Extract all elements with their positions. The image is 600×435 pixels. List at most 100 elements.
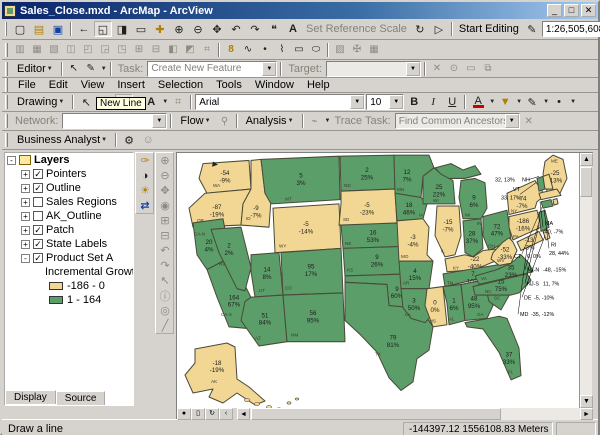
zoom-out-icon[interactable]: ⊖ — [156, 168, 174, 183]
back-arrow-icon[interactable]: ← — [75, 21, 93, 37]
state-ct[interactable] — [541, 200, 553, 208]
toc-layer-patch[interactable]: +✓Patch — [5, 223, 133, 237]
measure-icon[interactable]: ╱ — [156, 318, 174, 333]
snap-icon[interactable]: ⌗ — [199, 42, 215, 57]
callout-icon[interactable]: ❝ — [265, 21, 283, 37]
horizontal-scroll-thumb[interactable] — [251, 408, 501, 420]
font-combobox[interactable]: Arial ▼ — [195, 94, 365, 110]
align-center-icon[interactable]: ▦ — [29, 42, 45, 57]
network-combobox[interactable]: ▼ — [62, 113, 167, 129]
target-point-icon[interactable]: ⊙ — [446, 61, 462, 76]
layer-label[interactable]: Sales Regions — [46, 196, 117, 208]
new-line-icon[interactable]: ∿ — [240, 42, 256, 57]
add-data-icon[interactable]: ✚ — [151, 21, 169, 37]
new-point-icon[interactable]: • — [257, 42, 273, 57]
toolbar-grip[interactable] — [5, 78, 8, 92]
menu-insert[interactable]: Insert — [111, 78, 151, 92]
save-icon[interactable]: ▣ — [49, 21, 67, 37]
effects-brush-icon[interactable]: ✑ — [136, 153, 154, 168]
play-icon[interactable]: ▷ — [430, 21, 448, 37]
collapse-icon[interactable]: - — [7, 156, 16, 165]
layer-label[interactable]: State Labels — [46, 238, 107, 250]
expand-icon[interactable]: + — [21, 170, 30, 179]
menu-edit[interactable]: Edit — [43, 78, 74, 92]
collapse-icon[interactable]: - — [21, 254, 30, 263]
font-color-icon[interactable]: A — [469, 94, 487, 110]
data-view-icon[interactable]: ● — [177, 408, 191, 420]
zoom-out-icon[interactable]: ⊖ — [189, 21, 207, 37]
north-arrow-icon[interactable]: ✠ — [349, 42, 365, 57]
layer-checkbox[interactable]: ✓ — [33, 225, 43, 235]
layer-checkbox[interactable] — [33, 211, 43, 221]
edit-vertices-icon[interactable]: ⌗ — [169, 94, 187, 110]
rect-tool-icon[interactable]: ▭ — [463, 61, 479, 76]
disable-icon[interactable]: ✕ — [521, 114, 537, 129]
fixed-zoom-out-icon[interactable]: ⊟ — [156, 228, 174, 243]
expand-icon[interactable]: + — [21, 226, 30, 235]
toc-layer-ak-outline[interactable]: +AK_Outline — [5, 209, 133, 223]
chevron-down-icon[interactable]: ▼ — [389, 95, 403, 109]
line-color-icon[interactable]: ✎ — [523, 94, 541, 110]
toc-root-label[interactable]: Layers — [34, 154, 69, 166]
select-features-icon[interactable]: ↖ — [156, 273, 174, 288]
align-left-icon[interactable]: ▥ — [12, 42, 28, 57]
picture-icon[interactable]: ▨ — [332, 42, 348, 57]
fill-color-icon[interactable]: ▼ — [496, 94, 514, 110]
go-back-extent-icon[interactable]: ↶ — [156, 243, 174, 258]
new-ellipse-icon[interactable]: ⬭ — [308, 42, 324, 57]
layer-label[interactable]: Outline — [46, 182, 81, 194]
chevron-down-icon[interactable]: ▼ — [406, 62, 420, 76]
vertical-scroll-thumb[interactable] — [580, 167, 592, 197]
chevron-down-icon[interactable]: ▼ — [152, 114, 166, 128]
open-folder-icon[interactable]: ▤ — [30, 21, 48, 37]
expand-icon[interactable]: + — [21, 198, 30, 207]
chevron-down-icon[interactable]: ▼ — [262, 62, 276, 76]
state-ri[interactable] — [553, 199, 558, 205]
order-front-icon[interactable]: ◧ — [165, 42, 181, 57]
redo-icon[interactable]: ↷ — [246, 21, 264, 37]
toc-layer-product-set-a[interactable]: -✓Product Set A — [5, 251, 133, 265]
ungroup-icon[interactable]: ⊟ — [148, 42, 164, 57]
remove-icon[interactable]: ✕ — [429, 61, 445, 76]
zoom-page-icon[interactable]: ◱ — [94, 21, 112, 37]
zoom-in-icon[interactable]: ⊕ — [156, 153, 174, 168]
menu-file[interactable]: File — [12, 78, 42, 92]
edit-arrow-icon[interactable]: ↖ — [66, 61, 82, 76]
tab-source[interactable]: Source — [56, 391, 106, 405]
pan-icon[interactable]: ✥ — [208, 21, 226, 37]
map-canvas[interactable]: -54-9%WA-87-19%OR204%CA-N16467%CA-S22%NV… — [177, 153, 579, 408]
underline-button[interactable]: U — [443, 94, 461, 110]
order-back-icon[interactable]: ◩ — [182, 42, 198, 57]
task-combobox[interactable]: Create New Feature ▼ — [147, 61, 277, 77]
toc-layer-sales-regions[interactable]: + Sales Regions — [5, 195, 133, 209]
font-size-combobox[interactable]: 10 ▼ — [366, 94, 404, 110]
layer-label[interactable]: Pointers — [46, 168, 86, 180]
flow-valve-icon[interactable]: ⚲ — [217, 114, 233, 129]
full-extent-icon[interactable]: ◉ — [156, 198, 174, 213]
target-combobox[interactable]: ▼ — [326, 61, 421, 77]
menu-selection[interactable]: Selection — [152, 78, 209, 92]
select-graphics-icon[interactable]: ↖ — [77, 94, 95, 110]
layer-label[interactable]: AK_Outline — [46, 210, 102, 222]
bold-button[interactable]: B — [405, 94, 423, 110]
analysis-menu-button[interactable]: Analysis▼ — [241, 112, 299, 130]
align-right-icon[interactable]: ▧ — [46, 42, 62, 57]
editor-menu-button[interactable]: Editor▼ — [12, 60, 58, 78]
extent-box-icon[interactable]: ▭ — [132, 21, 150, 37]
pencil-icon[interactable]: ✎ — [523, 21, 541, 37]
toolbar-grip[interactable] — [5, 114, 8, 128]
pan-icon[interactable]: ✥ — [156, 183, 174, 198]
layer-checkbox[interactable] — [33, 197, 43, 207]
sketch-pencil-icon[interactable]: ✎ — [83, 61, 99, 76]
menu-help[interactable]: Help — [301, 78, 336, 92]
chevron-down-icon[interactable]: ▼ — [505, 114, 519, 128]
tab-display[interactable]: Display — [5, 390, 56, 404]
state-ak[interactable] — [185, 343, 265, 405]
zoom-in-icon[interactable]: ⊕ — [170, 21, 188, 37]
drawing-menu-button[interactable]: Drawing▼ — [12, 93, 69, 111]
menu-tools[interactable]: Tools — [210, 78, 248, 92]
toc-layer-pointers[interactable]: +✓Pointers — [5, 167, 133, 181]
toc-layer-state-labels[interactable]: +✓State Labels — [5, 237, 133, 251]
gear-icon[interactable]: ⚙ — [120, 132, 138, 148]
toolbar-grip[interactable] — [5, 133, 8, 147]
